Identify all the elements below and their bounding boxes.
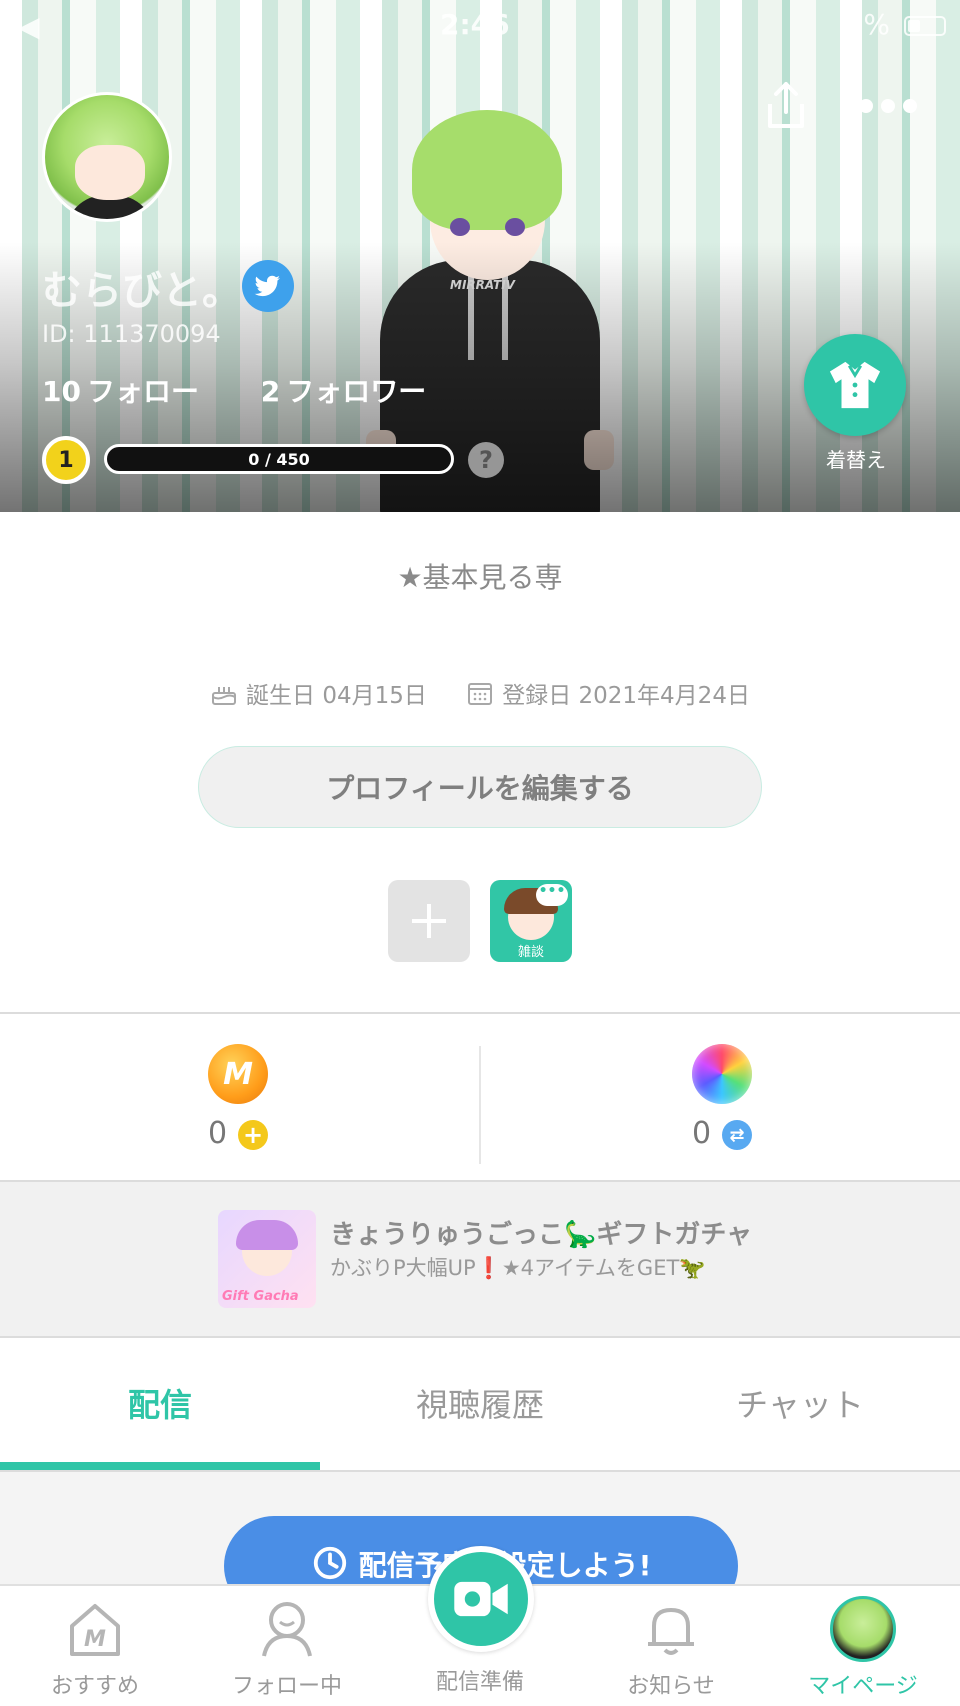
nav-notifications[interactable]: お知らせ [586,1596,756,1700]
birthday-info: 誕生日 04月15日 [210,676,427,710]
level-badge: 1 [42,436,90,484]
mypage-avatar [830,1596,896,1662]
wallet-separator [479,1046,481,1164]
video-camera-icon [454,1581,508,1617]
gacha-banner[interactable]: Gift Gacha きょうりゅうごっこ🦕ギフトガチャ かぶりP大幅UP❗★4ア… [0,1182,960,1336]
follow-link[interactable]: 10 フォロー [42,375,225,408]
registered-text: 登録日 2021年4月24日 [502,683,750,709]
registered-info: 登録日 2021年4月24日 [466,676,750,710]
twitter-icon[interactable] [242,260,294,312]
status-time: 2:46 [440,8,510,41]
exchange-icon[interactable]: ⇄ [722,1120,752,1150]
follow-label: フォロー [86,375,199,408]
back-indicator: ◀ [18,10,40,43]
profile-bio: ★基本見る専 [397,561,563,594]
orb-count: 0 [692,1116,712,1151]
battery-icon [904,16,946,36]
exp-text: 0 / 450 [248,450,310,469]
tab-broadcast[interactable]: 配信 [0,1380,320,1426]
nav-recommend-label: おすすめ [50,1674,139,1699]
shirt-icon [829,361,881,409]
add-tag-button[interactable] [388,880,470,962]
speech-bubble-icon: ••• [536,884,568,906]
start-broadcast-button[interactable] [428,1546,534,1652]
clock-icon [313,1546,346,1580]
chat-category-label: 雑談 [517,945,544,960]
calendar-icon [468,683,493,705]
tab-watch-history[interactable]: 視聴履歴 [320,1380,640,1426]
profile-name: むらびと。 [42,268,242,314]
profile-avatar[interactable] [42,92,172,222]
profile-dates: 誕生日 04月15日 登録日 2021年4月24日 [0,676,960,713]
nav-broadcast-label: 配信準備 [435,1670,524,1695]
nav-following[interactable]: フォロー中 [202,1596,372,1700]
change-clothes-label: 着替え [826,448,886,472]
nav-notifications-label: お知らせ [627,1674,715,1699]
wallet-section: M 0 + 0 ⇄ [0,1016,960,1180]
follow-count: 10 [42,375,81,408]
person-icon [262,1602,312,1657]
edit-profile-button[interactable]: プロフィールを編集する [198,746,762,828]
nav-following-label: フォロー中 [231,1674,342,1699]
profile-header: MIRRATIV ◀ 2:46 % むらびと。 ID: 111370094 10… [0,0,960,512]
follower-link[interactable]: 2 フォロワー [261,375,453,408]
follower-count: 2 [260,375,281,408]
follower-label: フォロワー [286,375,427,408]
help-icon[interactable]: ? [468,442,504,478]
coin-icon: M [208,1044,268,1104]
nav-mypage-label: マイページ [808,1674,918,1699]
follow-stats: 10 フォロー 2 フォロワー [42,370,478,410]
status-bar: ◀ 2:46 % [0,0,960,52]
svg-text:M: M [84,1627,106,1652]
coin-count: 0 [208,1116,228,1151]
tab-chat[interactable]: チャット [640,1380,960,1426]
birthday-text: 誕生日 04月15日 [246,683,427,709]
change-clothes-button[interactable] [804,334,906,436]
more-icon[interactable] [858,96,918,116]
nav-recommend[interactable]: M おすすめ [10,1596,180,1700]
plus-icon [412,904,446,938]
banner-image-text: Gift Gacha [222,1289,299,1304]
profile-tabs: 配信 視聴履歴 チャット [0,1338,960,1472]
share-icon[interactable] [758,78,814,134]
exp-progress-bar: 0 / 450 [104,444,454,474]
cake-icon [212,687,237,705]
nav-mypage[interactable]: マイページ [778,1596,948,1700]
battery-percent: % [863,8,890,41]
banner-image: Gift Gacha [218,1210,316,1308]
bell-icon [648,1608,694,1655]
chat-category-tag[interactable]: ••• 雑談 [490,880,572,962]
user-id: ID: 111370094 [42,320,221,348]
banner-title: きょうりゅうごっこ🦕ギフトガチャ [330,1220,753,1250]
orb-icon [692,1044,752,1104]
banner-subtitle: かぶりP大幅UP❗★4アイテムをGET🦖 [330,1256,706,1280]
divider [0,1012,960,1014]
home-m-icon: M [70,1604,120,1656]
add-coins-icon[interactable]: + [238,1120,268,1150]
